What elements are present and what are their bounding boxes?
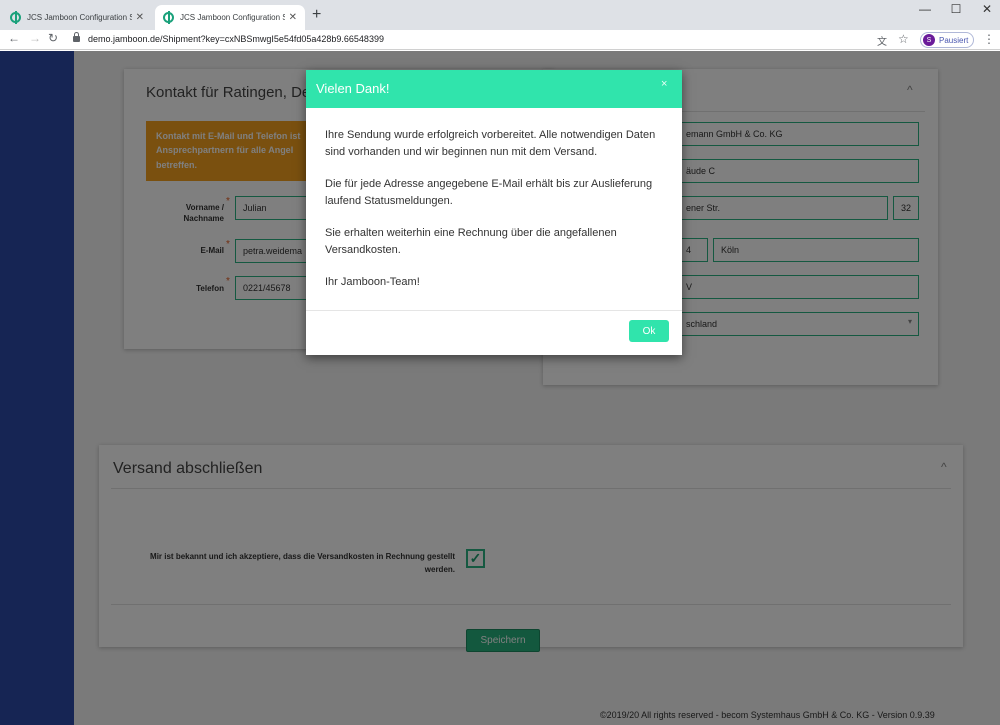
jamboon-favicon-icon [163, 11, 174, 24]
minimize-window-icon[interactable]: — [910, 2, 940, 16]
url-field[interactable]: demo.jamboon.de/Shipment?key=cxNBSmwgI5e… [88, 34, 384, 44]
browser-tab-2[interactable]: JCS Jamboon Configuration Serv ✕ [155, 5, 305, 30]
thank-you-dialog: Vielen Dank! × Ihre Sendung wurde erfolg… [306, 70, 682, 355]
back-arrow-icon[interactable]: ← [8, 31, 20, 45]
tab-close-icon[interactable]: ✕ [136, 12, 144, 23]
jamboon-favicon-icon [10, 11, 21, 24]
dialog-paragraph: Ihr Jamboon-Team! [325, 276, 420, 288]
browser-tab-bar: JCS Jamboon Configuration Serv ✕ JCS Jam… [0, 0, 1000, 30]
profile-button[interactable]: S Pausiert [920, 32, 974, 48]
dialog-paragraph: Ihre Sendung wurde erfolgreich vorbereit… [325, 129, 656, 158]
tab-title: JCS Jamboon Configuration Serv [180, 13, 285, 22]
star-icon[interactable]: ☆ [898, 32, 909, 46]
close-window-icon[interactable]: ✕ [972, 2, 1000, 16]
dialog-title: Vielen Dank! [316, 81, 390, 96]
lock-icon [73, 32, 80, 42]
ok-button[interactable]: Ok [629, 320, 669, 342]
dialog-paragraph: Sie erhalten weiterhin eine Rechnung übe… [325, 227, 617, 256]
maximize-window-icon[interactable]: ☐ [941, 2, 971, 16]
tab-close-icon[interactable]: ✕ [289, 12, 297, 23]
menu-icon[interactable]: ⋮ [983, 32, 995, 46]
avatar: S [923, 34, 935, 46]
forward-arrow-icon[interactable]: → [29, 31, 41, 45]
browser-address-bar: ← → ↻ demo.jamboon.de/Shipment?key=cxNBS… [0, 30, 1000, 50]
dialog-divider [306, 310, 682, 311]
dialog-paragraph: Die für jede Adresse angegebene E-Mail e… [325, 178, 653, 207]
close-icon[interactable]: × [661, 78, 667, 90]
browser-tab-1[interactable]: JCS Jamboon Configuration Serv ✕ [2, 5, 152, 30]
dialog-header: Vielen Dank! [306, 70, 682, 108]
translate-icon[interactable]: 文 [877, 33, 887, 48]
profile-label: Pausiert [939, 35, 969, 45]
dialog-body: Ihre Sendung wurde erfolgreich vorbereit… [325, 127, 665, 307]
reload-icon[interactable]: ↻ [48, 31, 58, 45]
tab-title: JCS Jamboon Configuration Serv [27, 13, 132, 22]
new-tab-button[interactable]: + [312, 6, 321, 24]
